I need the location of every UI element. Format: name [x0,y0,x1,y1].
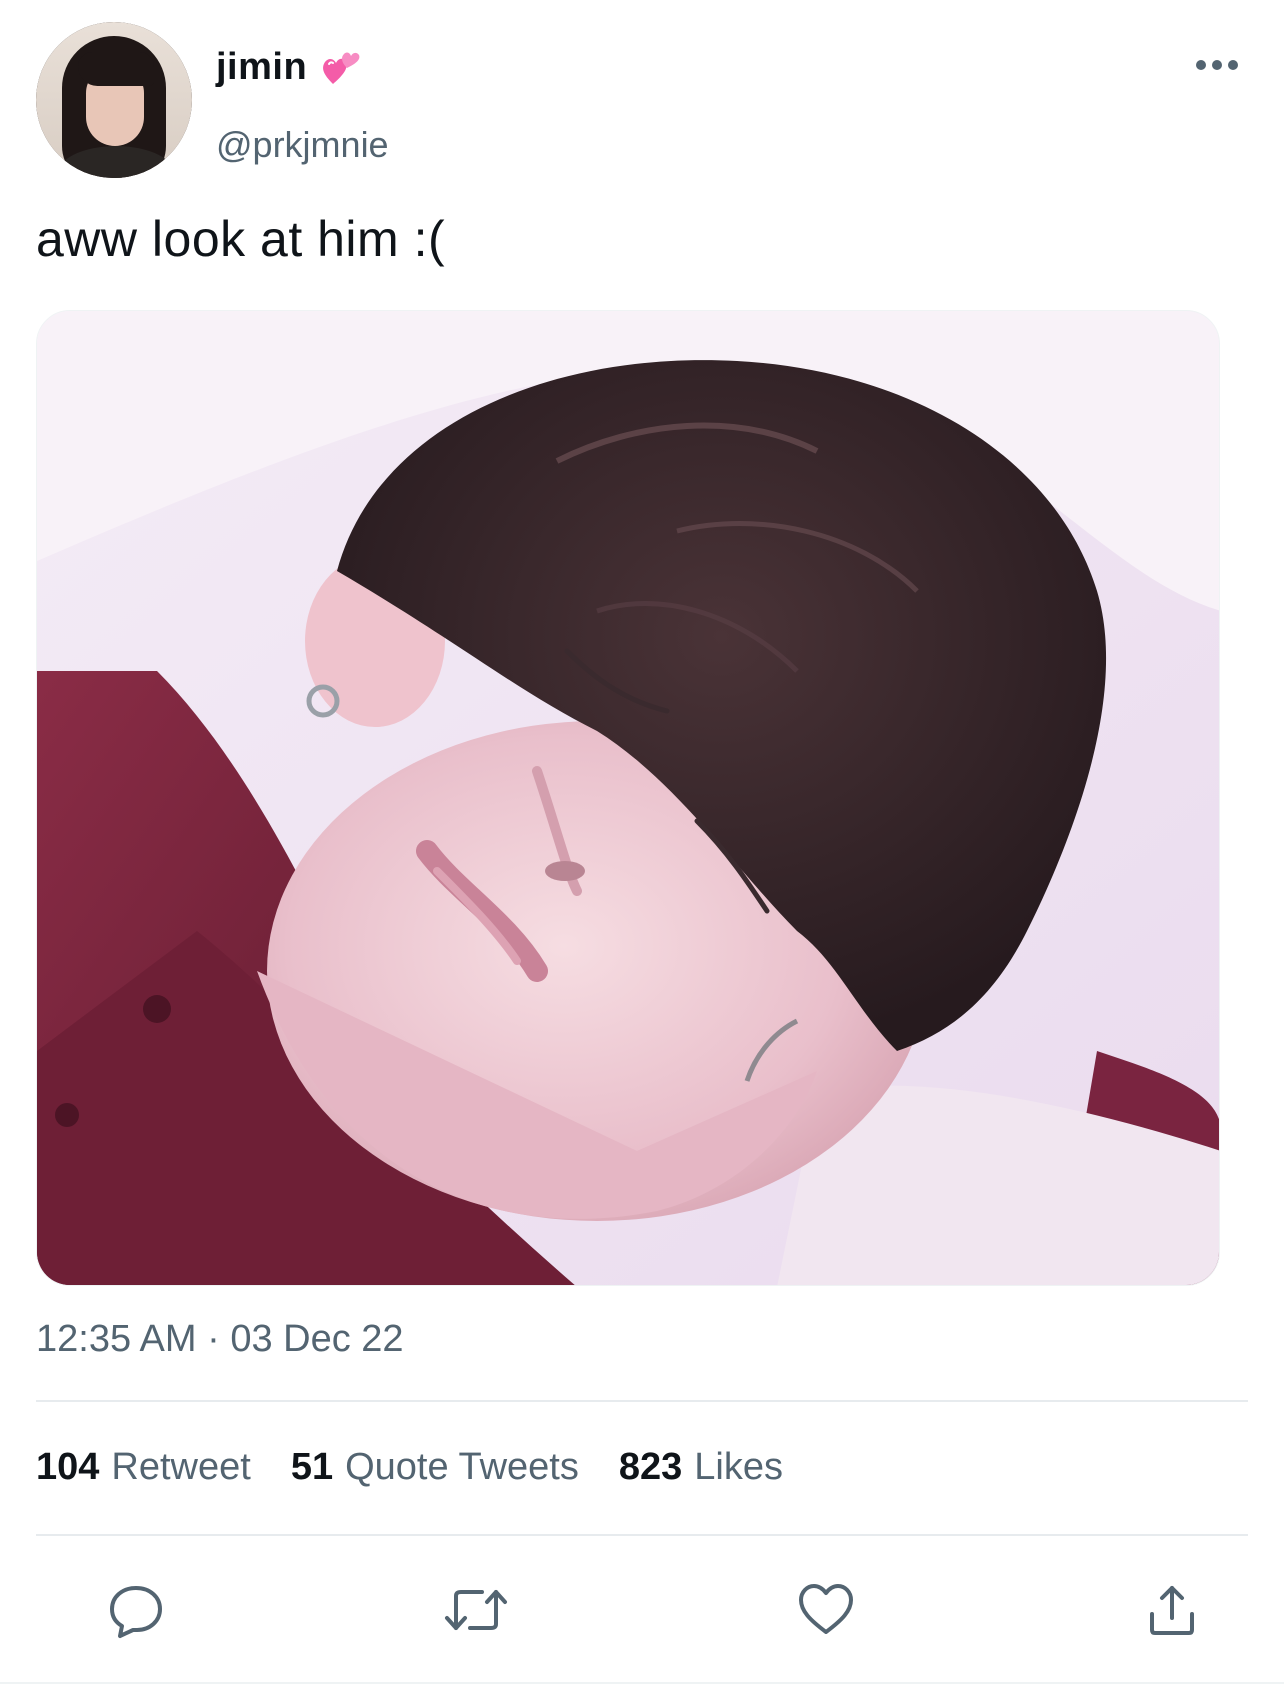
quote-tweets-stat[interactable]: 51 Quote Tweets [291,1446,579,1489]
action-bar [0,1574,1284,1646]
tweet: jimin @prkjmnie aww look at him :(12:35… [0,0,1284,1700]
retweets-count: 104 [36,1446,100,1488]
share-icon[interactable] [1136,1574,1208,1646]
like-icon[interactable] [790,1574,862,1646]
likes-label: Likes [694,1446,783,1488]
two-hearts-emoji-icon [321,48,361,88]
divider [0,1682,1284,1684]
tweet-text: aww look at him :( [36,211,446,267]
display-name[interactable]: jimin [216,46,307,89]
divider [36,1400,1248,1402]
tweet-photo[interactable] [36,310,1220,1286]
more-options-icon[interactable] [1196,60,1238,70]
likes-stat[interactable]: 823 Likes [619,1446,783,1489]
retweet-icon[interactable] [440,1574,512,1646]
quotes-count: 51 [290,1446,334,1488]
divider [36,1534,1248,1536]
quotes-label: Quote Tweets [345,1446,579,1488]
tweet-timestamp[interactable]: 12:35 AM · 03 Dec 22 [36,1318,404,1361]
retweets-stat[interactable]: 104 Retweet [36,1446,251,1489]
reply-icon[interactable] [100,1574,172,1646]
engagement-stats: 104 Retweet 51 Quote Tweets 823 Likes [36,1446,783,1489]
retweets-label: Retweet [111,1446,251,1488]
handle[interactable]: @prkjmnie [216,124,389,166]
author-name-row[interactable]: jimin [216,46,361,89]
avatar[interactable] [36,22,192,178]
likes-count: 823 [618,1446,683,1488]
